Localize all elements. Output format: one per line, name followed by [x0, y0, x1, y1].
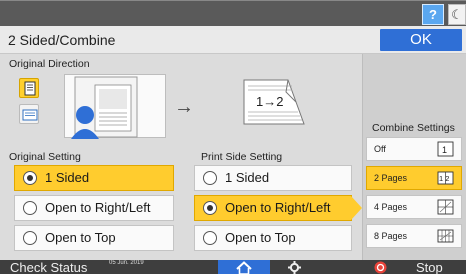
print-open-right-left-option[interactable]: Open to Right/Left: [194, 195, 352, 221]
original-open-right-left-option[interactable]: Open to Right/Left: [14, 195, 174, 221]
option-label: Open to Right/Left: [45, 200, 151, 215]
option-label: 2 Pages: [374, 173, 408, 183]
combine-2-pages-option[interactable]: 2 Pages 1 2: [366, 166, 462, 190]
check-status-button[interactable]: Check Status: [10, 261, 87, 274]
option-label: 1 Sided: [45, 170, 90, 185]
print-side-setting-label: Print Side Setting: [201, 151, 283, 163]
portrait-direction-button[interactable]: [19, 78, 39, 98]
original-direction-label: Original Direction: [9, 58, 90, 70]
combine-2-pages-icon: 1 2: [437, 171, 454, 185]
landscape-document-icon: [22, 109, 38, 121]
combine-4-pages-option[interactable]: 4 Pages: [366, 195, 462, 219]
radio-unselected-icon: [23, 201, 37, 215]
title-bar: 2 Sided/Combine OK: [0, 26, 466, 54]
option-label: Open to Top: [45, 230, 116, 245]
stop-button[interactable]: Stop: [416, 261, 443, 274]
portrait-document-icon: [24, 81, 36, 96]
option-label: Open to Right/Left: [225, 200, 331, 215]
icon-text: 1 2: [439, 174, 449, 183]
print-open-top-option[interactable]: Open to Top: [194, 225, 352, 251]
icon-text: 1: [442, 145, 447, 155]
combine-8-pages-icon: [437, 229, 454, 243]
original-open-top-option[interactable]: Open to Top: [14, 225, 174, 251]
radio-unselected-icon: [23, 231, 37, 245]
duplex-preview: 1→2: [242, 78, 306, 131]
gear-icon[interactable]: [288, 261, 301, 274]
home-icon: [236, 261, 252, 274]
combine-settings-label: Combine Settings: [372, 122, 455, 134]
crescent-moon-icon[interactable]: ☾: [448, 4, 466, 25]
ok-button[interactable]: OK: [380, 29, 462, 51]
system-top-bar: ? ☾: [0, 0, 466, 26]
option-label: 1 Sided: [225, 170, 270, 185]
help-button[interactable]: ?: [422, 4, 444, 25]
flow-arrow-icon: →: [174, 96, 194, 118]
landscape-direction-button[interactable]: [19, 104, 39, 124]
option-label: Off: [374, 144, 386, 154]
combine-4-pages-icon: [437, 199, 454, 215]
radio-selected-icon: [23, 171, 37, 185]
option-label: Open to Top: [225, 230, 296, 245]
radio-unselected-icon: [203, 231, 217, 245]
date-display: 05 Jun. 2019: [109, 260, 144, 266]
system-bottom-bar: Check Status 05 Jun. 2019 Stop: [0, 260, 466, 274]
original-1-sided-option[interactable]: 1 Sided: [14, 165, 174, 191]
original-on-glass-preview-icon: [71, 76, 138, 139]
combine-off-option[interactable]: Off 1: [366, 137, 462, 161]
option-label: 8 Pages: [374, 231, 408, 241]
home-button[interactable]: [218, 260, 270, 274]
duplex-preview-text: 1→2: [256, 94, 284, 109]
radio-selected-icon: [203, 201, 217, 215]
combine-8-pages-option[interactable]: 8 Pages: [366, 224, 462, 248]
print-1-sided-option[interactable]: 1 Sided: [194, 165, 352, 191]
original-preview: [64, 74, 166, 139]
original-setting-label: Original Setting: [9, 151, 81, 163]
combine-off-icon: 1: [437, 141, 454, 157]
stop-icon[interactable]: [374, 261, 387, 274]
option-label: 4 Pages: [374, 202, 408, 212]
page-title: 2 Sided/Combine: [8, 32, 116, 48]
radio-unselected-icon: [203, 171, 217, 185]
selection-pointer-icon: [351, 196, 362, 220]
